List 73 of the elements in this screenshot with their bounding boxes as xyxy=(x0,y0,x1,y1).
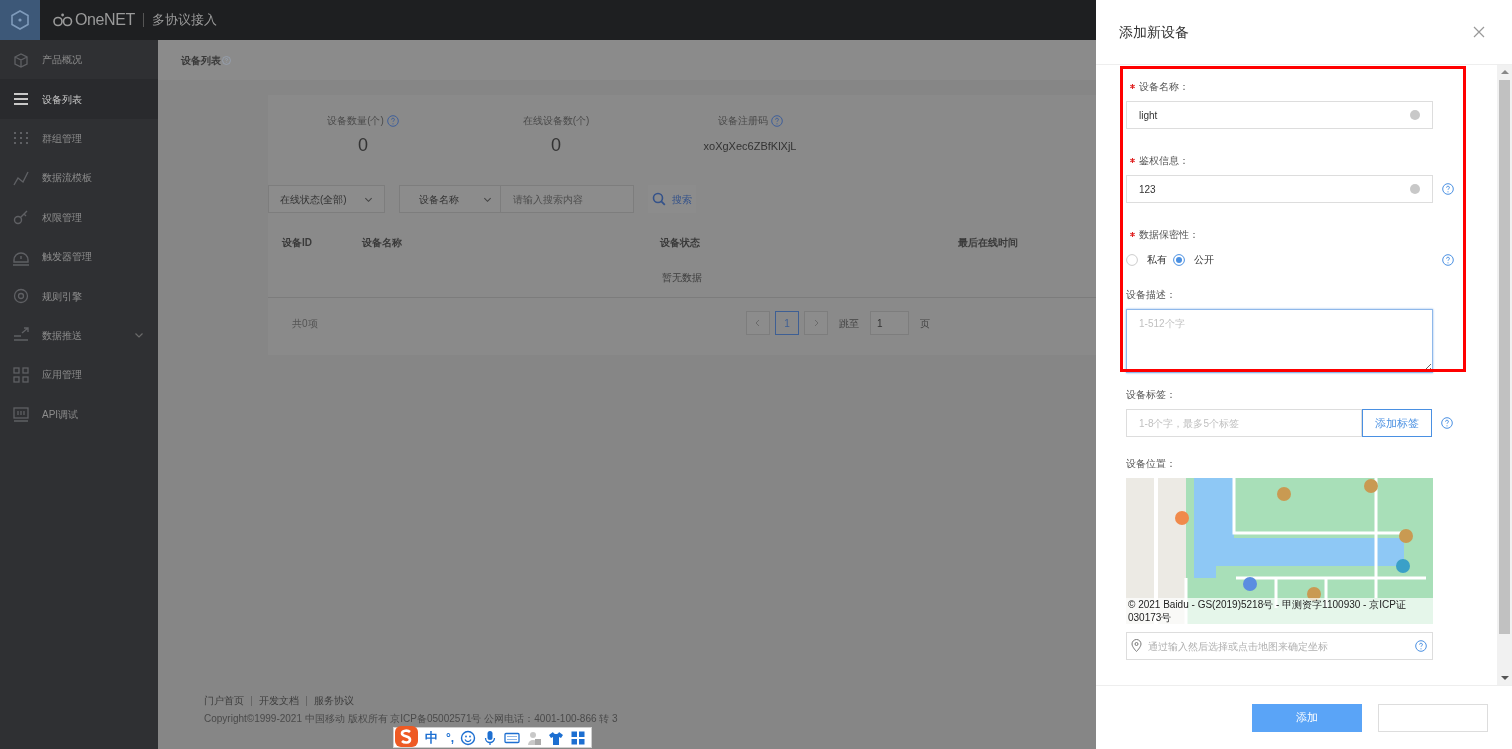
column-header: 最后在线时间 xyxy=(958,235,1018,250)
help-icon[interactable] xyxy=(1442,183,1454,195)
field-label: 设备标签： xyxy=(1126,387,1176,402)
sidebar-item[interactable]: 设备列表 xyxy=(0,79,158,119)
drawer-title: 添加新设备 xyxy=(1119,22,1189,42)
page-title: 设备列表 xyxy=(181,53,221,68)
code-icon xyxy=(12,405,30,424)
ime-logo-icon[interactable] xyxy=(394,724,419,748)
apps-grid-icon[interactable] xyxy=(570,729,587,746)
input-mode-toggle[interactable]: 中 xyxy=(425,727,438,748)
field-label: 数据保密性： xyxy=(1139,227,1199,242)
column-header: 设备状态 xyxy=(660,235,700,250)
search-icon xyxy=(652,192,666,206)
brand-name: OneNET xyxy=(75,10,135,30)
column-header: 设备名称 xyxy=(362,235,402,250)
target-icon xyxy=(12,287,30,306)
scroll-down-icon xyxy=(1500,675,1509,681)
add-button[interactable]: 添加 xyxy=(1252,703,1362,732)
sidebar-item[interactable]: 数据推送 xyxy=(0,315,158,356)
field-label: 设备描述： xyxy=(1126,287,1176,302)
user-icon[interactable] xyxy=(526,729,543,746)
text-field[interactable]: 123 xyxy=(1126,175,1433,203)
field-label: 设备名称： xyxy=(1139,79,1189,94)
field-label: 设备位置： xyxy=(1126,456,1176,471)
column-header: 设备ID xyxy=(282,235,312,250)
sidebar-item[interactable]: 群组管理 xyxy=(0,118,158,159)
module-title: 多协议接入 xyxy=(151,11,217,30)
shirt-icon[interactable] xyxy=(548,729,565,746)
radio-option[interactable]: 公开 xyxy=(1173,252,1214,267)
field-label: 鉴权信息： xyxy=(1139,153,1189,168)
sidebar-item[interactable]: 规则引擎 xyxy=(0,276,158,316)
footer-link[interactable]: 门户首页 xyxy=(204,693,244,708)
sidebar-item[interactable]: API调试 xyxy=(0,394,158,434)
help-icon[interactable] xyxy=(386,114,399,127)
status-dropdown[interactable]: 在线状态(全部) xyxy=(268,185,385,213)
radio-option[interactable]: 私有 xyxy=(1126,252,1167,267)
help-icon[interactable] xyxy=(1442,253,1454,266)
sidebar-item[interactable]: 产品概况 xyxy=(0,40,158,80)
footer-link[interactable]: 开发文档 xyxy=(259,693,299,708)
scroll-up-icon xyxy=(1500,69,1509,75)
page-unit: 页 xyxy=(920,316,930,331)
punctuation-toggle[interactable]: °, xyxy=(446,728,455,747)
help-icon[interactable] xyxy=(770,114,783,127)
stat-value: 0 xyxy=(551,134,561,157)
rings-logo-icon xyxy=(53,13,73,27)
add-tag-button[interactable]: 添加标签 xyxy=(1362,409,1432,437)
smiley-icon[interactable] xyxy=(460,729,477,746)
jump-label: 跳至 xyxy=(839,316,859,331)
location-field[interactable]: 通过输入然后选择或点击地图来确定坐标 xyxy=(1126,632,1433,660)
empty-message: 暂无数据 xyxy=(662,271,702,285)
sidebar-item[interactable]: 触发器管理 xyxy=(0,236,158,277)
home-logo-tile[interactable] xyxy=(0,0,40,40)
scrollbar[interactable] xyxy=(1497,65,1512,685)
clear-icon[interactable] xyxy=(1410,110,1420,120)
clear-icon[interactable] xyxy=(1410,184,1420,194)
stat-value: xoXgXec6ZBfKlXjL xyxy=(703,139,797,154)
map-attribution: © 2021 Baidu - GS(2019)5218号 - 甲测资字1100930 - 京ICP证030173号 xyxy=(1126,598,1433,624)
sidebar-item[interactable]: 应用管理 xyxy=(0,355,158,395)
stat-value: 0 xyxy=(358,134,368,157)
location-pin-icon xyxy=(1131,639,1142,652)
help-icon[interactable] xyxy=(1441,417,1453,429)
grid-icon xyxy=(12,365,30,384)
field-dropdown[interactable]: 设备名称 xyxy=(399,185,501,213)
close-icon[interactable] xyxy=(1473,26,1485,38)
sidebar-item[interactable]: 权限管理 xyxy=(0,197,158,237)
text-field[interactable]: light xyxy=(1126,101,1433,129)
page-input[interactable]: 1 xyxy=(870,311,909,335)
help-icon[interactable] xyxy=(1415,640,1427,652)
scrollbar-thumb[interactable] xyxy=(1499,80,1510,634)
key-icon xyxy=(12,208,30,227)
hexagon-icon xyxy=(9,9,31,31)
footer-link[interactable]: 服务协议 xyxy=(314,693,354,708)
sidebar-item[interactable]: 数据流模板 xyxy=(0,158,158,198)
